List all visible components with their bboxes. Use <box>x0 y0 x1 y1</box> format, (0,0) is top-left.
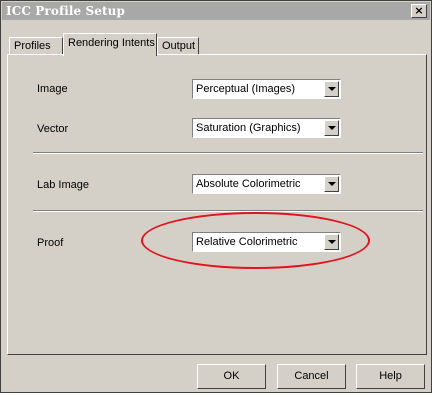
ok-button[interactable]: OK <box>197 364 266 389</box>
separator-2 <box>33 210 423 212</box>
lab-image-intent-select[interactable]: Absolute Colorimetric <box>192 174 341 194</box>
help-button[interactable]: Help <box>356 364 425 389</box>
title-bar[interactable]: ICC Profile Setup × <box>2 2 430 20</box>
close-button[interactable]: × <box>411 4 427 18</box>
window-title: ICC Profile Setup <box>6 4 125 18</box>
tab-profiles-label: Profiles <box>14 40 51 52</box>
lab-image-intent-value: Absolute Colorimetric <box>196 178 301 190</box>
rendering-intents-panel: Image Perceptual (Images) Vector Saturat… <box>7 54 427 355</box>
red-highlight-ellipse <box>141 212 370 269</box>
vector-label: Vector <box>37 123 69 135</box>
close-icon: × <box>414 4 424 17</box>
proof-label: Proof <box>37 237 64 249</box>
image-intent-dropdown-button[interactable] <box>324 81 339 97</box>
tab-profiles[interactable]: Profiles <box>9 37 63 55</box>
tab-output[interactable]: Output <box>157 37 199 55</box>
vector-intent-value: Saturation (Graphics) <box>196 122 301 134</box>
lab-image-intent-dropdown-button[interactable] <box>324 176 339 192</box>
chevron-down-icon <box>328 126 336 130</box>
chevron-down-icon <box>328 182 336 186</box>
vector-intent-select[interactable]: Saturation (Graphics) <box>192 118 341 138</box>
separator-1 <box>33 152 423 154</box>
icc-profile-setup-dialog: ICC Profile Setup × Profiles Rendering I… <box>0 0 432 393</box>
cancel-button[interactable]: Cancel <box>277 364 346 389</box>
tab-rendering-intents-label: Rendering Intents <box>68 37 155 49</box>
vector-intent-dropdown-button[interactable] <box>324 120 339 136</box>
lab-image-label: Lab Image <box>37 179 89 191</box>
tab-output-label: Output <box>162 40 196 52</box>
image-intent-select[interactable]: Perceptual (Images) <box>192 79 341 99</box>
chevron-down-icon <box>328 87 336 91</box>
tab-rendering-intents[interactable]: Rendering Intents <box>63 33 157 56</box>
image-label: Image <box>37 83 68 95</box>
image-intent-value: Perceptual (Images) <box>196 83 296 95</box>
